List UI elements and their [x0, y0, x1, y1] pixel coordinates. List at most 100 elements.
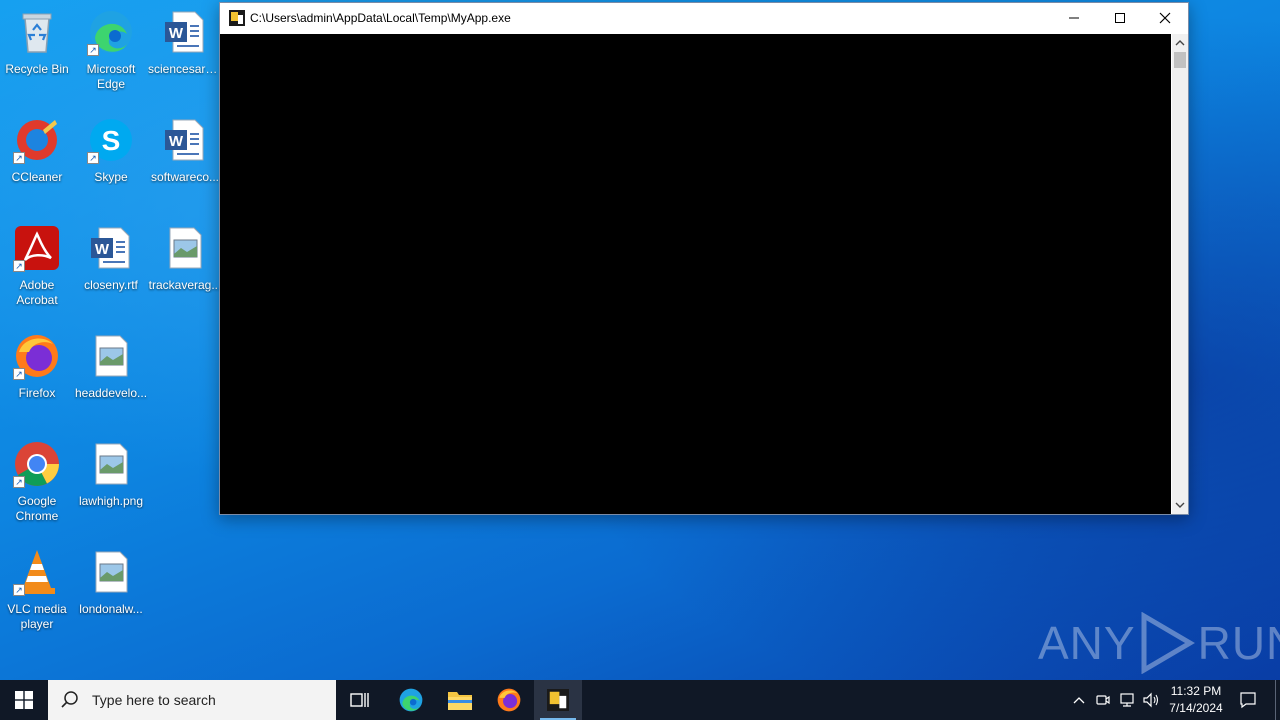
- firefox-icon: [497, 688, 521, 712]
- recycle-bin-icon: [13, 8, 61, 56]
- maximize-icon: [1115, 13, 1125, 23]
- shortcut-arrow-icon: ↗: [13, 476, 25, 488]
- desktop-icon-label: VLC media player: [7, 602, 67, 631]
- taskbar-search-box[interactable]: Type here to search: [48, 680, 336, 720]
- close-button[interactable]: [1142, 3, 1188, 33]
- word-doc-icon: W: [87, 224, 135, 272]
- image-file-icon: [87, 440, 135, 488]
- window-titlebar[interactable]: C:\Users\admin\AppData\Local\Temp\MyApp.…: [220, 3, 1188, 33]
- desktop-icon-londonalw[interactable]: londonalw...: [74, 544, 148, 648]
- vlc-icon: ↗: [13, 548, 61, 596]
- minimize-button[interactable]: [1051, 3, 1097, 33]
- network-icon: [1120, 693, 1134, 707]
- svg-text:W: W: [169, 25, 184, 42]
- window-title: C:\Users\admin\AppData\Local\Temp\MyApp.…: [250, 11, 511, 25]
- svg-text:S: S: [102, 125, 121, 156]
- vertical-scrollbar[interactable]: [1172, 34, 1188, 514]
- desktop-icon-firefox[interactable]: ↗ Firefox: [0, 328, 74, 432]
- desktop-icon-label: closeny.rtf: [84, 278, 138, 292]
- start-button[interactable]: [0, 680, 48, 720]
- console-output-area[interactable]: [220, 34, 1171, 514]
- desktop-icon-recycle-bin[interactable]: Recycle Bin: [0, 4, 74, 108]
- desktop-icon-label: Microsoft Edge: [86, 62, 136, 91]
- word-doc-icon: W: [161, 8, 209, 56]
- scrollbar-thumb[interactable]: [1174, 52, 1186, 68]
- image-file-icon: [87, 332, 135, 380]
- clock-date: 7/14/2024: [1169, 701, 1223, 715]
- chevron-up-icon: [1073, 697, 1085, 704]
- scroll-up-arrow-icon[interactable]: [1172, 36, 1188, 50]
- show-hidden-icons-button[interactable]: [1069, 680, 1089, 720]
- close-icon: [1159, 12, 1171, 24]
- shortcut-arrow-icon: ↗: [13, 584, 25, 596]
- tray-volume-button[interactable]: [1140, 680, 1162, 720]
- console-app-icon: [229, 10, 245, 26]
- desktop-icon-softwareco[interactable]: W softwareco...: [148, 112, 222, 216]
- taskbar-myapp-button[interactable]: [534, 680, 582, 720]
- svg-text:W: W: [169, 133, 184, 150]
- desktop-icon-label: sciencesare...: [148, 62, 222, 76]
- desktop-icon-adobe-acrobat[interactable]: ↗ Adobe Acrobat: [0, 220, 74, 324]
- desktop-icon-label: softwareco...: [150, 170, 220, 184]
- camera-icon: [1096, 695, 1110, 705]
- notification-icon: [1240, 692, 1256, 709]
- show-desktop-button[interactable]: [1275, 680, 1276, 720]
- desktop-icon-label: CCleaner: [11, 170, 63, 184]
- desktop-icon-lawhigh-png[interactable]: lawhigh.png: [74, 436, 148, 540]
- anyrun-watermark: ANY RUN: [1038, 612, 1280, 674]
- scroll-down-arrow-icon[interactable]: [1172, 498, 1188, 512]
- ccleaner-icon: ↗: [13, 116, 61, 164]
- shortcut-arrow-icon: ↗: [87, 44, 99, 56]
- desktop-icon-microsoft-edge[interactable]: ↗ Microsoft Edge: [74, 4, 148, 108]
- desktop-icon-skype[interactable]: S ↗ Skype: [74, 112, 148, 216]
- skype-icon: S ↗: [87, 116, 135, 164]
- taskbar: Type here to search 11:32 PM 7/14/2024: [0, 680, 1280, 720]
- desktop-icon-ccleaner[interactable]: ↗ CCleaner: [0, 112, 74, 216]
- desktop-icon-closeny-rtf[interactable]: W closeny.rtf: [74, 220, 148, 324]
- taskbar-edge-button[interactable]: [387, 680, 435, 720]
- desktop-icon-trackaverag[interactable]: trackaverag...: [148, 220, 222, 324]
- search-icon: [61, 691, 78, 708]
- edge-icon: ↗: [87, 8, 135, 56]
- edge-icon: [399, 688, 423, 712]
- task-view-button[interactable]: [336, 680, 384, 720]
- desktop-icon-sciencesare[interactable]: W sciencesare...: [148, 4, 222, 108]
- taskbar-firefox-button[interactable]: [485, 680, 533, 720]
- tray-meet-now-button[interactable]: [1093, 680, 1113, 720]
- taskbar-file-explorer-button[interactable]: [436, 680, 484, 720]
- console-app-icon: [547, 689, 569, 711]
- speaker-icon: [1143, 692, 1159, 708]
- shortcut-arrow-icon: ↗: [87, 152, 99, 164]
- task-view-icon: [350, 693, 369, 707]
- maximize-button[interactable]: [1097, 3, 1143, 33]
- watermark-text-right: RUN: [1197, 617, 1280, 669]
- chrome-icon: ↗: [13, 440, 61, 488]
- search-placeholder: Type here to search: [92, 692, 216, 708]
- image-file-icon: [161, 224, 209, 272]
- desktop-icon-label: trackaverag...: [148, 278, 222, 292]
- desktop-icon-label: lawhigh.png: [78, 494, 144, 508]
- play-triangle-logo-icon: [1141, 612, 1195, 674]
- console-window[interactable]: C:\Users\admin\AppData\Local\Temp\MyApp.…: [219, 2, 1189, 515]
- firefox-icon: ↗: [13, 332, 61, 380]
- word-doc-icon: W: [161, 116, 209, 164]
- taskbar-clock[interactable]: 11:32 PM 7/14/2024: [1162, 683, 1230, 717]
- desktop-icon-google-chrome[interactable]: ↗ Google Chrome: [0, 436, 74, 540]
- desktop-icon-label: londonalw...: [79, 602, 143, 616]
- image-file-icon: [87, 548, 135, 596]
- watermark-text-left: ANY: [1038, 617, 1136, 669]
- desktop-icon-label: Adobe Acrobat: [16, 278, 58, 307]
- desktop-icon-label: Recycle Bin: [5, 62, 69, 76]
- action-center-button[interactable]: [1234, 680, 1262, 720]
- windows-logo-icon: [15, 691, 33, 709]
- acrobat-icon: ↗: [13, 224, 61, 272]
- desktop-icon-headdevelo[interactable]: headdevelo...: [74, 328, 148, 432]
- tray-network-button[interactable]: [1116, 680, 1138, 720]
- shortcut-arrow-icon: ↗: [13, 152, 25, 164]
- desktop-icon-label: Skype: [94, 170, 128, 184]
- minimize-icon: [1069, 17, 1079, 19]
- desktop-icon-vlc[interactable]: ↗ VLC media player: [0, 544, 74, 648]
- desktop-icon-label: Firefox: [18, 386, 56, 400]
- file-explorer-icon: [448, 692, 472, 710]
- shortcut-arrow-icon: ↗: [13, 260, 25, 272]
